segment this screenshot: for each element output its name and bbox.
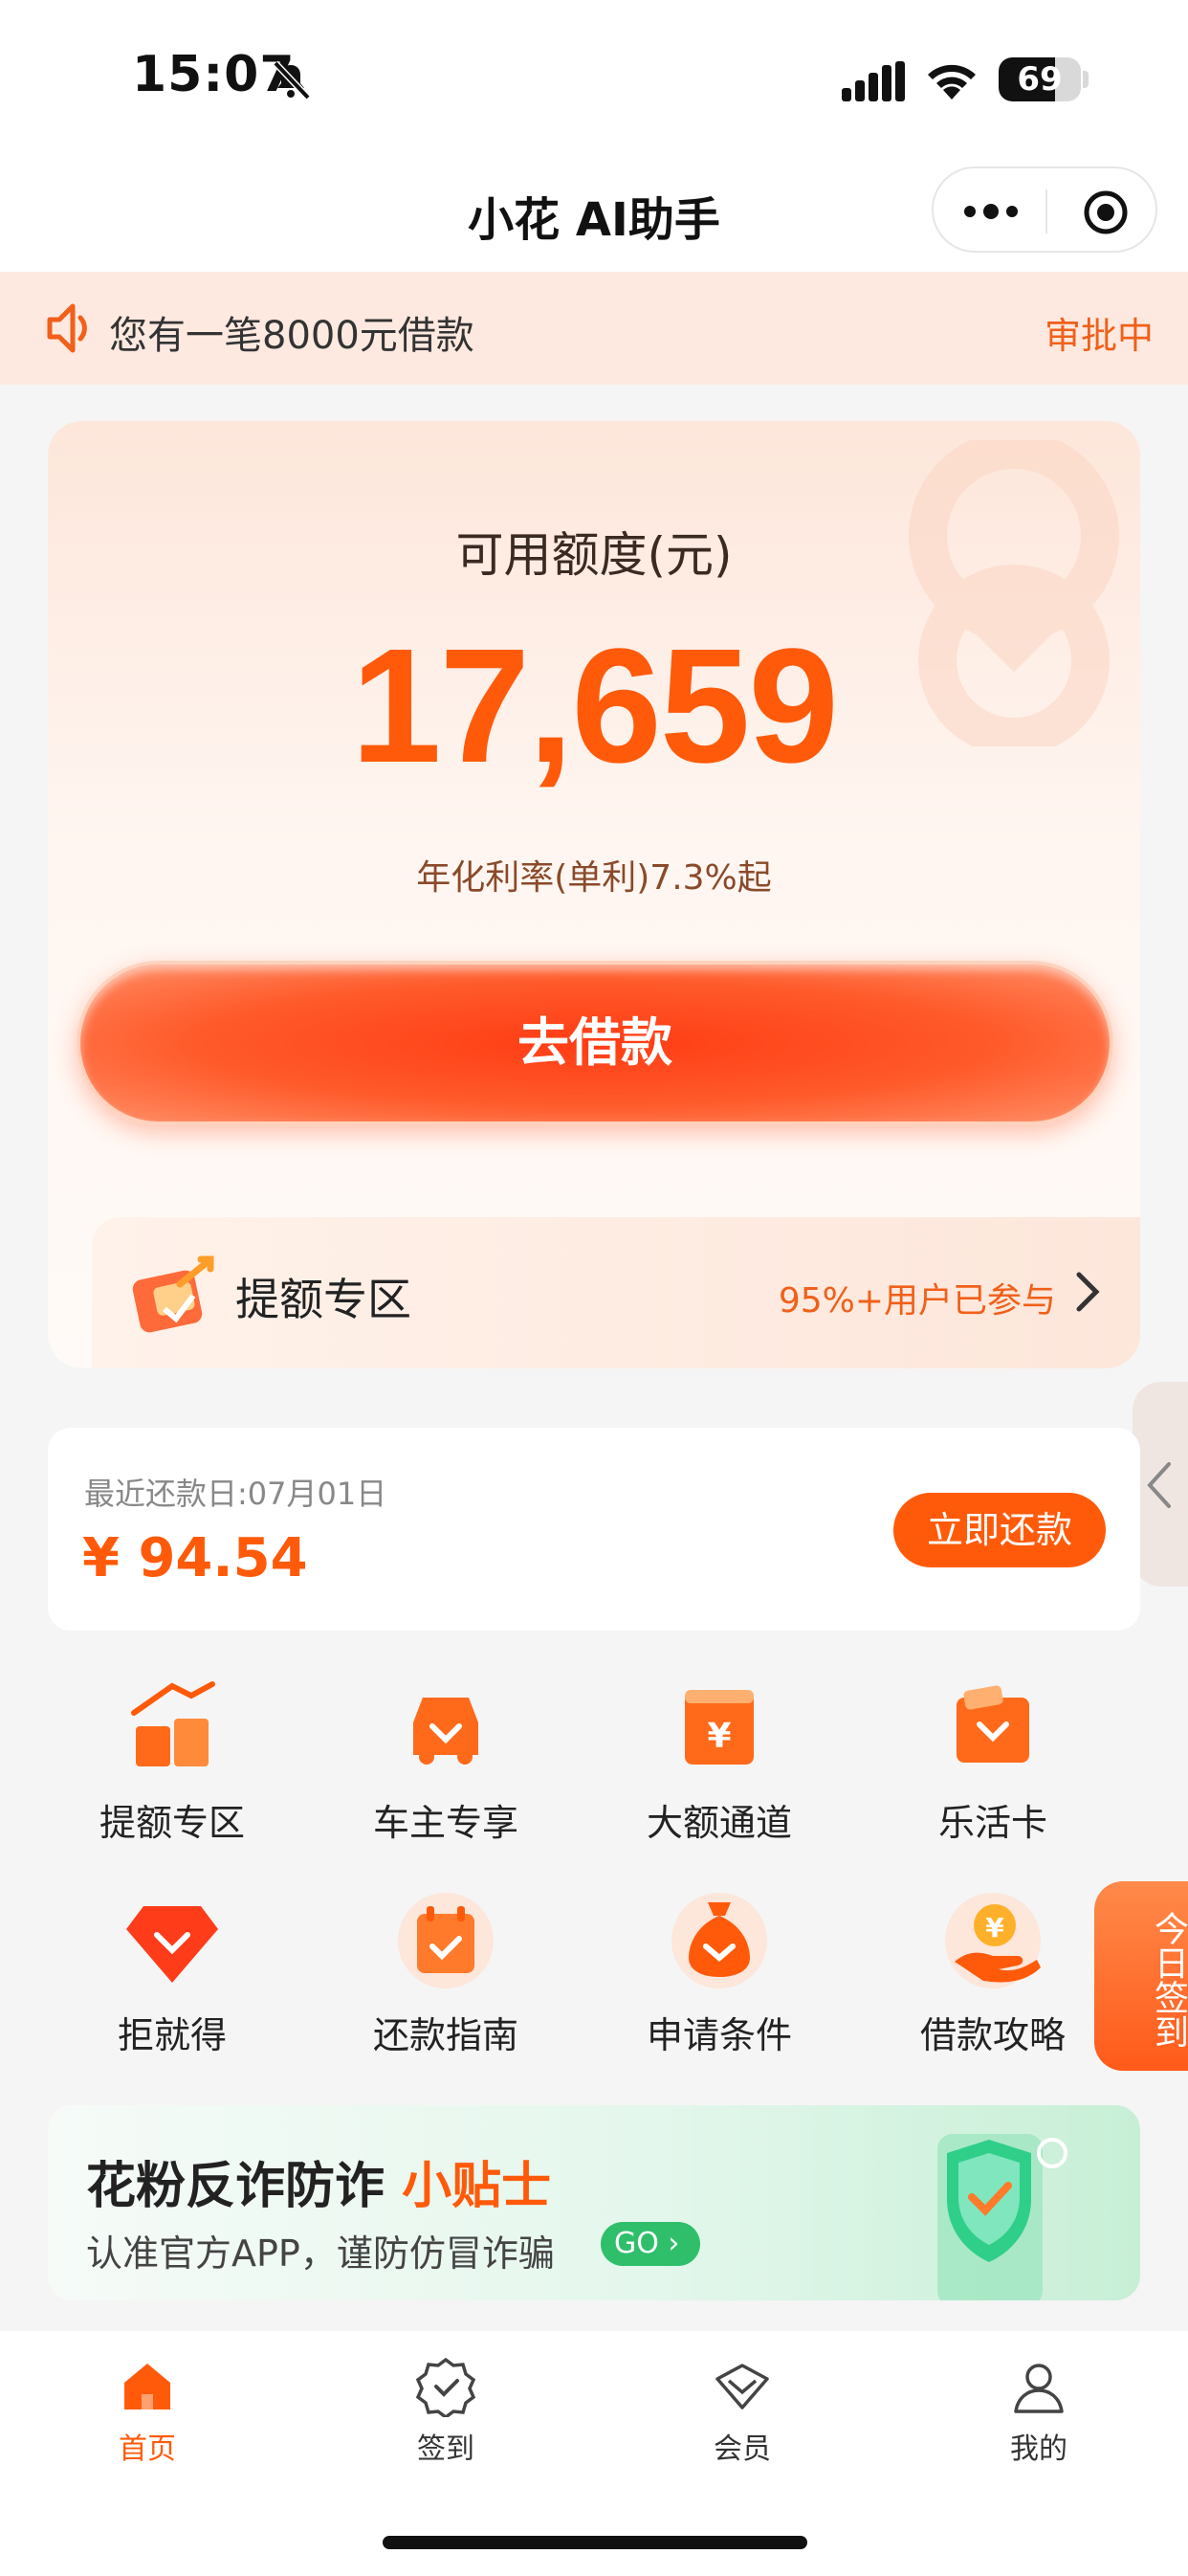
banner-title: 花粉反诈防诈 小贴士 — [86, 2145, 551, 2217]
tab-me[interactable]: 我的 — [962, 2356, 1115, 2467]
interest-rate: 年化利率(单利)7.3%起 — [416, 858, 772, 898]
diamond-icon — [126, 1906, 218, 1983]
tab-home[interactable]: 首页 — [71, 2356, 224, 2467]
battery-indicator: 69 — [999, 57, 1081, 101]
grid-label: 拒就得 — [117, 2014, 227, 2056]
large-amount-icon: ¥ — [685, 1690, 754, 1765]
credit-label: 可用额度(元) — [455, 527, 733, 583]
calendar-icon — [398, 1893, 494, 1988]
signal-icon — [842, 61, 905, 101]
grid-label: 借款攻略 — [919, 2014, 1066, 2056]
nav-bar: 小花 AI助手 — [0, 153, 1188, 272]
boost-icon — [131, 1681, 215, 1766]
grid-item-car-owner[interactable]: 车主专享 — [321, 1675, 570, 1846]
go-label: GO — [614, 2227, 659, 2260]
wifi-icon — [928, 64, 976, 100]
boost-label: 提额专区 — [235, 1274, 411, 1325]
chevron-right-small-icon: › — [668, 2227, 680, 2260]
shield-phone-icon — [937, 2134, 1067, 2300]
grid-item-reject-reward[interactable]: 拒就得 — [48, 1887, 297, 2058]
svg-text:¥: ¥ — [985, 1912, 1004, 1943]
money-bag-icon — [671, 1893, 767, 1988]
notice-bar[interactable]: 您有一笔8000元借款 审批中 — [0, 272, 1188, 385]
grid-label: 大额通道 — [646, 1802, 792, 1844]
grid-item-repay-guide[interactable]: 还款指南 — [321, 1887, 570, 2058]
grid-item-borrow-guide[interactable]: ¥ 借款攻略 — [869, 1887, 1117, 2058]
bell-muted-icon — [273, 60, 311, 100]
status-bar: 15:07 69 — [0, 0, 1188, 153]
coin-hand-icon: ¥ — [945, 1893, 1041, 1988]
chevron-right-icon — [1076, 1272, 1100, 1312]
tab-label: 签到 — [417, 2432, 474, 2466]
banner-go-button[interactable]: GO › — [601, 2222, 700, 2266]
side-pull-tab[interactable] — [1133, 1382, 1188, 1587]
grid-label: 提额专区 — [99, 1802, 245, 1844]
repay-amount: ¥ 94.54 — [82, 1527, 308, 1589]
boost-tip: 95%+用户已参与 — [778, 1281, 1056, 1321]
tab-vip[interactable]: 会员 — [666, 2356, 819, 2467]
grid-item-card[interactable]: 乐活卡 — [869, 1675, 1117, 1846]
borrow-button[interactable]: 去借款 — [77, 961, 1113, 1125]
grid-item-boost[interactable]: 提额专区 — [48, 1675, 297, 1846]
grid-label: 车主专享 — [372, 1802, 518, 1844]
vip-icon — [715, 2364, 769, 2409]
tab-label: 首页 — [119, 2432, 176, 2466]
grid-label: 申请条件 — [646, 2014, 792, 2056]
grid-item-large-amount[interactable]: ¥ 大额通道 — [595, 1675, 844, 1846]
gift-boost-icon — [132, 1255, 214, 1333]
chevron-left-icon — [1147, 1462, 1171, 1508]
notice-message: 您有一笔8000元借款 — [109, 314, 474, 358]
svg-text:¥: ¥ — [707, 1717, 731, 1756]
close-target-icon[interactable] — [1083, 189, 1129, 235]
tab-label: 会员 — [714, 2432, 771, 2466]
grid-item-apply-conditions[interactable]: 申请条件 — [595, 1887, 844, 2058]
check-badge-icon — [415, 2357, 476, 2417]
more-icon[interactable] — [962, 197, 1020, 226]
tab-checkin[interactable]: 签到 — [369, 2356, 522, 2467]
credit-boost-row[interactable]: 提额专区 95%+用户已参与 — [92, 1217, 1140, 1368]
daily-checkin-float[interactable]: 今日签到 — [1094, 1881, 1188, 2071]
speaker-icon — [47, 303, 87, 353]
user-icon — [1014, 2364, 1064, 2413]
banner-subtitle: 认准官方APP，谨防仿冒诈骗 — [86, 2232, 555, 2275]
battery-level: 69 — [1017, 60, 1063, 99]
credit-amount: 17,659 — [351, 615, 839, 797]
banner-title-main: 花粉反诈防诈 — [86, 2158, 385, 2215]
mini-program-capsule — [932, 167, 1157, 253]
notice-status[interactable]: 审批中 — [1045, 306, 1154, 359]
home-indicator — [383, 2536, 807, 2549]
home-icon — [124, 2364, 170, 2409]
borrow-button-label: 去借款 — [517, 1012, 672, 1073]
grid-label: 还款指南 — [372, 2014, 518, 2056]
tab-label: 我的 — [1010, 2432, 1067, 2466]
repayment-card: 最近还款日:07月01日 ¥ 94.54 立即还款 — [48, 1428, 1140, 1631]
banner-title-highlight: 小贴士 — [402, 2158, 552, 2215]
repay-due-date: 最近还款日:07月01日 — [84, 1476, 387, 1512]
repay-now-button[interactable]: 立即还款 — [893, 1493, 1106, 1567]
anti-fraud-banner[interactable]: 花粉反诈防诈 小贴士 认准官方APP，谨防仿冒诈骗 GO › — [48, 2105, 1140, 2300]
car-icon — [413, 1698, 478, 1765]
card-icon — [957, 1685, 1029, 1763]
grid-label: 乐活卡 — [937, 1802, 1047, 1844]
credit-card: 可用额度(元) 17,659 年化利率(单利)7.3%起 去借款 提额专区 95… — [48, 421, 1140, 1368]
